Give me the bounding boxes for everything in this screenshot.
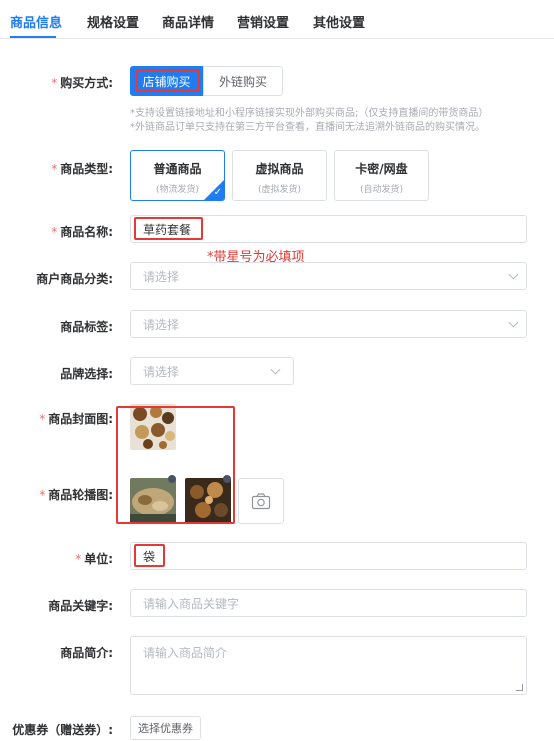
merchant-category-select[interactable]: 请选择 bbox=[130, 262, 527, 290]
product-name-value: 草药套餐 bbox=[143, 222, 192, 237]
cover-image-label: * 商品封面图: bbox=[39, 412, 113, 426]
brand-label: 品牌选择: bbox=[60, 367, 113, 381]
product-type-card-cardkey[interactable]: 卡密/网盘 (自动发货) bbox=[334, 150, 429, 201]
carousel-image-1[interactable] bbox=[130, 478, 176, 524]
product-name-input[interactable]: 草药套餐 bbox=[130, 215, 527, 243]
card-title: 普通商品 bbox=[153, 162, 202, 176]
tab-product-info[interactable]: 商品信息 bbox=[10, 12, 62, 31]
carousel-images-label: * 商品轮播图: bbox=[39, 488, 113, 502]
card-title: 卡密/网盘 bbox=[355, 162, 408, 176]
brand-select[interactable]: 请选择 bbox=[130, 357, 294, 385]
product-tags-label: 商品标签: bbox=[60, 320, 113, 334]
select-coupon-button[interactable]: 选择优惠券 bbox=[130, 716, 201, 740]
tab-spec-settings[interactable]: 规格设置 bbox=[87, 12, 139, 31]
tab-other-settings[interactable]: 其他设置 bbox=[313, 12, 365, 31]
cover-image-thumbnail[interactable] bbox=[130, 404, 176, 450]
coupon-label: 优惠券（赠送券）: bbox=[12, 723, 113, 737]
carousel-image-2[interactable] bbox=[185, 478, 231, 524]
food-photo-image bbox=[130, 404, 176, 450]
intro-textarea[interactable]: 请输入商品简介 bbox=[130, 636, 527, 695]
keywords-label: 商品关键字: bbox=[48, 599, 113, 613]
product-name-label: * 商品名称: bbox=[51, 225, 113, 239]
card-subtitle: (自动发货) bbox=[359, 185, 404, 195]
resize-handle-icon[interactable] bbox=[516, 684, 523, 691]
intro-label: 商品简介: bbox=[60, 646, 113, 660]
product-type-card-virtual[interactable]: 虚拟商品 (虚拟发货) bbox=[232, 150, 327, 201]
product-type-label: * 商品类型: bbox=[51, 162, 113, 176]
food-photo-image bbox=[185, 478, 231, 524]
purchase-hint-1: *支持设置链接地址和小程序链接实现外部购买商品;（仅支持直播间的带货商品） bbox=[130, 108, 489, 119]
remove-image-icon[interactable] bbox=[223, 475, 231, 483]
product-tags-select[interactable]: 请选择 bbox=[130, 310, 527, 338]
tab-marketing-settings[interactable]: 营销设置 bbox=[237, 12, 289, 31]
card-title: 虚拟商品 bbox=[255, 162, 304, 176]
chevron-down-icon bbox=[508, 317, 519, 328]
check-icon: ✓ bbox=[213, 187, 222, 198]
tab-bar: 商品信息 规格设置 商品详情 营销设置 其他设置 bbox=[0, 0, 554, 39]
product-type-card-normal[interactable]: 普通商品 (物流发货) ✓ bbox=[130, 150, 225, 201]
unit-label: * 单位: bbox=[75, 552, 113, 566]
card-subtitle: (虚拟发货) bbox=[257, 185, 302, 195]
food-photo-image bbox=[130, 478, 176, 524]
purchase-external-link-button[interactable]: 外链购买 bbox=[203, 66, 283, 96]
unit-value: 袋 bbox=[143, 549, 156, 564]
keywords-input[interactable]: 请输入商品关键字 bbox=[130, 589, 527, 617]
chevron-down-icon bbox=[270, 364, 281, 375]
purchase-method-label: * 购买方式: bbox=[51, 76, 113, 90]
tab-product-details[interactable]: 商品详情 bbox=[162, 12, 214, 31]
chevron-down-icon bbox=[508, 269, 519, 280]
upload-image-button[interactable] bbox=[238, 478, 284, 524]
active-tab-indicator bbox=[10, 36, 56, 38]
remove-image-icon[interactable] bbox=[168, 475, 176, 483]
purchase-store-button[interactable]: 店铺购买 bbox=[130, 66, 203, 96]
merchant-category-label: 商户商品分类: bbox=[36, 272, 113, 286]
camera-icon bbox=[251, 493, 271, 510]
purchase-hint-2: *外链商品订单只支持在第三方平台查看，直播间无法追溯外链商品的购买情况。 bbox=[130, 122, 485, 133]
unit-input[interactable]: 袋 bbox=[130, 542, 527, 570]
